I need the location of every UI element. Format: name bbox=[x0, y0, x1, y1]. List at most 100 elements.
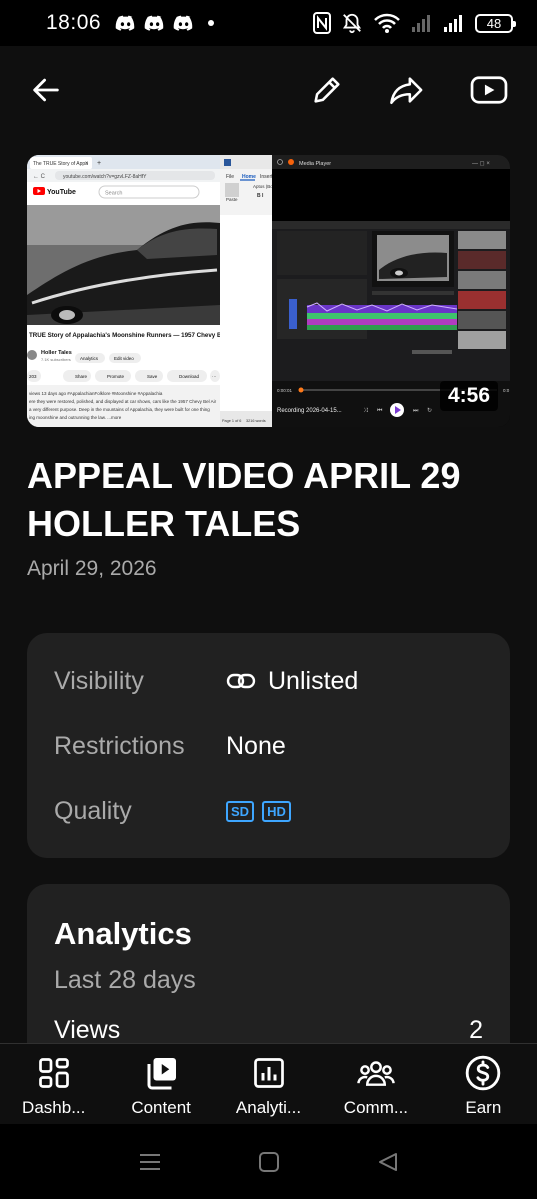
status-bar: 18:06 48 bbox=[0, 0, 537, 46]
svg-text:···: ··· bbox=[212, 374, 217, 379]
nav-item-dashboard[interactable]: Dashb... bbox=[0, 1044, 107, 1124]
more-notifications-dot bbox=[208, 20, 215, 26]
thumbnail-screenshot-image: The TRUE Story of Appa × + ← C youtube.c… bbox=[27, 155, 510, 427]
svg-text:⤨: ⤨ bbox=[363, 407, 368, 414]
wifi-icon bbox=[374, 13, 400, 33]
svg-text:The TRUE Story of Appa: The TRUE Story of Appa bbox=[33, 161, 88, 167]
home-button[interactable] bbox=[249, 1142, 289, 1182]
svg-text:YouTube: YouTube bbox=[47, 189, 76, 196]
video-title: APPEAL VIDEO APRIL 29 HOLLER TALES bbox=[27, 455, 461, 544]
community-icon bbox=[357, 1054, 395, 1092]
nav-label-analytics: Analyti... bbox=[235, 1098, 302, 1117]
edit-button[interactable] bbox=[305, 68, 349, 112]
back-button[interactable] bbox=[24, 68, 68, 112]
svg-text:↻: ↻ bbox=[427, 407, 432, 414]
nav-label-content: Content bbox=[131, 1098, 191, 1117]
svg-text:Media Player: Media Player bbox=[299, 161, 331, 167]
svg-text:0:0: 0:0 bbox=[503, 388, 510, 393]
signal-sim2-icon bbox=[444, 15, 462, 32]
share-button[interactable] bbox=[385, 68, 429, 112]
bell-muted-icon bbox=[342, 13, 362, 34]
status-time: 18:06 bbox=[46, 11, 102, 34]
battery-indicator: 48 bbox=[475, 13, 516, 33]
nav-label-dashboard: Dashb... bbox=[22, 1098, 86, 1117]
views-row: Views 2 bbox=[54, 1016, 483, 1045]
nav-item-content[interactable]: Content bbox=[107, 1044, 214, 1124]
svg-text:0:00:01: 0:00:01 bbox=[277, 388, 293, 393]
svg-text:Promote: Promote bbox=[107, 374, 125, 379]
svg-text:TRUE Story of Appalachia's Moo: TRUE Story of Appalachia's Moonshine Run… bbox=[29, 332, 222, 339]
nav-item-community[interactable]: Comm... bbox=[322, 1044, 429, 1124]
video-publish-date: April 29, 2026 bbox=[27, 557, 157, 580]
content-icon bbox=[142, 1054, 180, 1092]
svg-text:Aptos (Bo: Aptos (Bo bbox=[253, 184, 273, 189]
svg-text:×: × bbox=[85, 161, 89, 167]
svg-text:Search: Search bbox=[105, 191, 122, 197]
views-value: 2 bbox=[469, 1016, 483, 1044]
svg-text:ere they were restored, polish: ere they were restored, polished, and di… bbox=[29, 399, 217, 404]
hd-badge: HD bbox=[262, 800, 291, 822]
visibility-value-text: Unlisted bbox=[268, 666, 359, 695]
svg-text:ing moonshine and outrunning t: ing moonshine and outrunning the law. ..… bbox=[29, 415, 122, 420]
svg-text:B I: B I bbox=[257, 193, 264, 199]
dashboard-icon bbox=[35, 1054, 73, 1092]
restrictions-row[interactable]: Restrictions None bbox=[54, 726, 490, 766]
svg-text:File: File bbox=[226, 174, 234, 180]
svg-text:⏮: ⏮ bbox=[377, 408, 383, 414]
video-duration-badge: 4:56 bbox=[439, 381, 498, 411]
signal-sim1-icon bbox=[412, 15, 430, 32]
menu-lines-icon bbox=[139, 1153, 160, 1170]
quality-label: Quality bbox=[54, 796, 132, 825]
bottom-navigation: Dashb... Content Analyti... Comm... Earn bbox=[0, 1043, 537, 1124]
discord-icon bbox=[144, 15, 164, 31]
svg-text:Page 1 of 6: Page 1 of 6 bbox=[222, 419, 241, 423]
nav-item-earn[interactable]: Earn bbox=[430, 1044, 537, 1124]
restrictions-value: None bbox=[226, 731, 286, 760]
svg-text:youtube.com/watch?v=gzvLFZ-8aH: youtube.com/watch?v=gzvLFZ-8aHfY bbox=[63, 174, 147, 180]
svg-text:Paste: Paste bbox=[226, 197, 238, 202]
analytics-title: Analytics bbox=[54, 916, 192, 951]
studio-video-details-screen: 18:06 48 The TRUE Story of Appa × + ← C … bbox=[0, 0, 537, 1199]
discord-icon bbox=[173, 15, 193, 31]
system-back-button[interactable] bbox=[368, 1142, 408, 1182]
svg-text:+: + bbox=[97, 160, 101, 167]
svg-text:Analytics: Analytics bbox=[80, 356, 99, 361]
nav-label-earn: Earn bbox=[465, 1098, 502, 1117]
system-navigation-bar bbox=[0, 1124, 537, 1199]
svg-text:a very different purpose. Deep: a very different purpose. Deep in the mo… bbox=[29, 407, 210, 412]
svg-text:Share: Share bbox=[75, 374, 88, 379]
recents-button[interactable] bbox=[130, 1142, 170, 1182]
views-label: Views bbox=[54, 1016, 121, 1044]
svg-text:7.1K subscribers: 7.1K subscribers bbox=[41, 357, 71, 362]
visibility-row[interactable]: Visibility Unlisted bbox=[54, 661, 490, 701]
share-arrow-icon bbox=[390, 77, 423, 105]
visibility-label: Visibility bbox=[54, 666, 144, 695]
arrow-left-icon bbox=[33, 78, 59, 102]
svg-text:Holler Tales: Holler Tales bbox=[41, 350, 72, 356]
quality-value: SD HD bbox=[226, 800, 291, 822]
video-details-card: Visibility Unlisted Restrictions None Qu… bbox=[27, 633, 510, 858]
svg-text:⏭: ⏭ bbox=[413, 408, 419, 414]
notification-icons bbox=[115, 15, 215, 31]
analytics-period: Last 28 days bbox=[54, 966, 196, 994]
home-square-icon bbox=[258, 1151, 279, 1172]
svg-text:Save: Save bbox=[147, 374, 158, 379]
nav-item-analytics[interactable]: Analyti... bbox=[215, 1044, 322, 1124]
youtube-watch-button[interactable] bbox=[467, 68, 511, 112]
sd-badge: SD bbox=[226, 800, 255, 822]
quality-row: Quality SD HD bbox=[54, 791, 490, 831]
link-icon bbox=[226, 673, 256, 689]
youtube-play-icon bbox=[470, 76, 508, 104]
status-right-icons: 48 bbox=[313, 12, 516, 34]
visibility-value: Unlisted bbox=[226, 667, 358, 696]
svg-text:Edit video: Edit video bbox=[114, 356, 134, 361]
top-toolbar bbox=[0, 46, 537, 132]
video-thumbnail[interactable]: The TRUE Story of Appa × + ← C youtube.c… bbox=[27, 155, 510, 427]
nav-label-community: Comm... bbox=[343, 1098, 409, 1117]
svg-text:— ◻ ×: — ◻ × bbox=[472, 161, 490, 167]
svg-text:← C: ← C bbox=[33, 174, 46, 180]
nfc-icon bbox=[313, 12, 331, 34]
svg-text:Insert: Insert bbox=[260, 174, 273, 180]
analytics-icon bbox=[250, 1054, 288, 1092]
back-triangle-icon bbox=[378, 1152, 397, 1171]
